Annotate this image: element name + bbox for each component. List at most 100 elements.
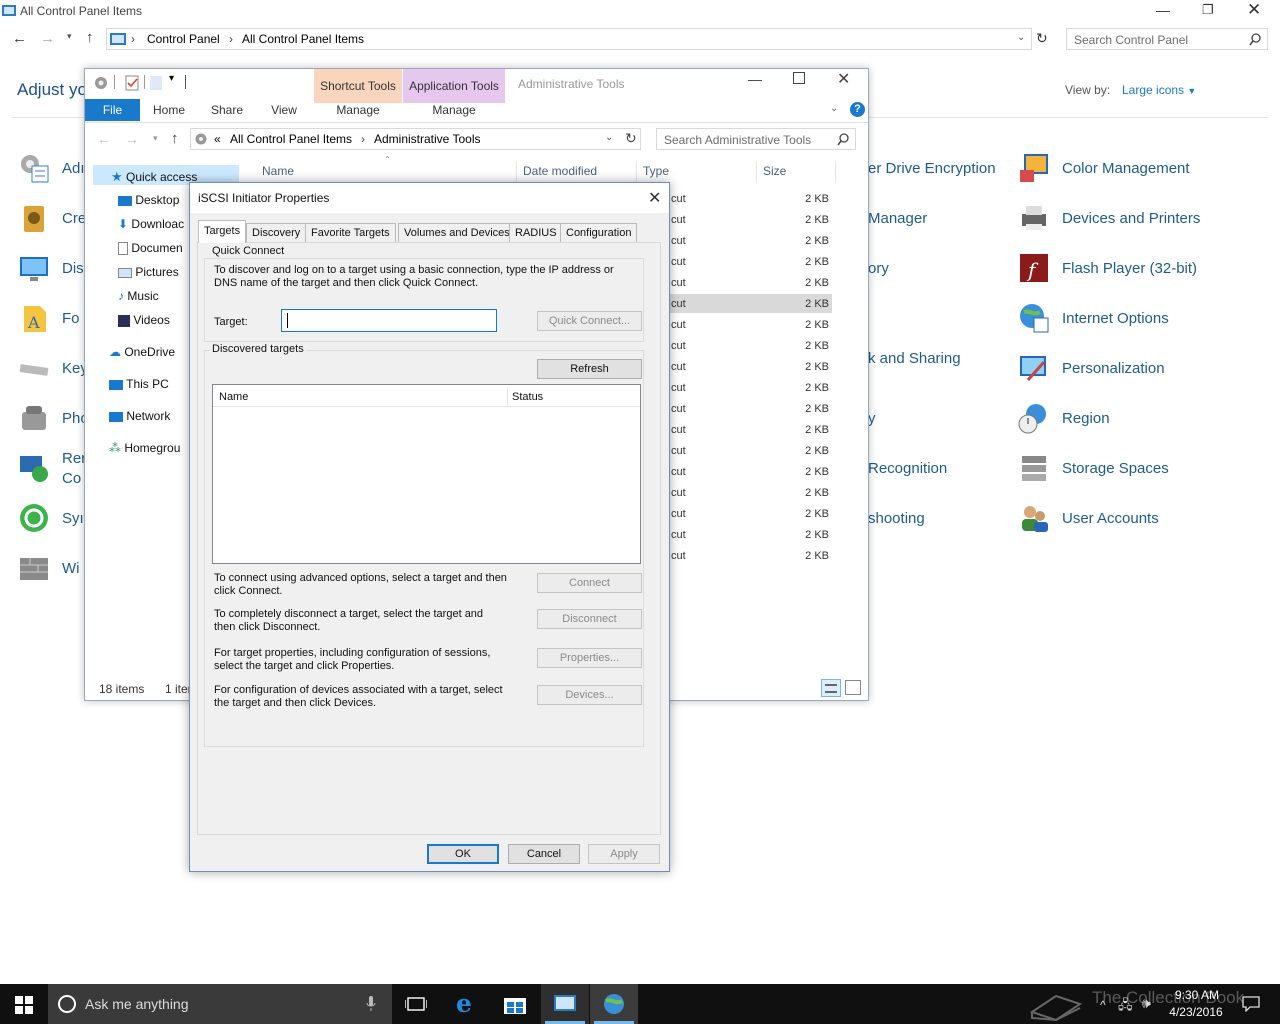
tab-view[interactable]: View	[262, 99, 306, 121]
nav-videos[interactable]: Videos	[118, 313, 170, 327]
nav-desktop[interactable]: Desktop	[118, 193, 179, 207]
list-column-status[interactable]: Status	[512, 391, 543, 404]
back-button[interactable]: ←	[12, 30, 27, 47]
cp-item-speech-recognition[interactable]: Recognition	[868, 460, 947, 477]
cp-item-file-history[interactable]: ory	[868, 260, 889, 277]
target-input[interactable]	[281, 309, 497, 332]
windows-start-icon[interactable]	[15, 996, 33, 1014]
tab-radius[interactable]: RADIUS	[509, 223, 563, 242]
row-type[interactable]: cut	[671, 403, 686, 415]
nav-homegroup[interactable]: ⁂ Homegrou	[109, 441, 180, 455]
nav-downloads[interactable]: ⬇ Downloac	[118, 217, 184, 231]
row-type[interactable]: cut	[671, 487, 686, 499]
tab-manage-shortcut[interactable]: Manage	[314, 99, 402, 121]
forward-button[interactable]: →	[40, 30, 55, 47]
close-button[interactable]: ✕	[648, 188, 661, 208]
edge-browser-icon[interactable]: e	[456, 989, 472, 1018]
row-type[interactable]: cut	[671, 193, 686, 205]
action-center-icon[interactable]	[1242, 996, 1260, 1012]
row-type[interactable]: cut	[671, 529, 686, 541]
back-button[interactable]: ←	[97, 131, 111, 147]
tab-targets[interactable]: Targets	[198, 220, 247, 243]
column-name[interactable]: Name	[262, 164, 294, 178]
cp-item-bitlocker[interactable]: er Drive Encryption	[868, 160, 996, 177]
devices-button[interactable]: Devices...	[537, 685, 642, 705]
row-type[interactable]: cut	[671, 445, 686, 457]
help-icon[interactable]: ?	[850, 102, 865, 117]
column-type[interactable]: Type	[643, 164, 669, 178]
large-icons-view-icon[interactable]	[845, 680, 861, 695]
refresh-icon[interactable]: ↻	[625, 130, 637, 147]
cp-item-network-sharing[interactable]: k and Sharing	[868, 350, 961, 367]
minimize-button[interactable]: —	[1156, 2, 1170, 18]
cp-item-device-manager[interactable]: Manager	[868, 210, 927, 227]
nav-music[interactable]: ♪ Music	[118, 289, 159, 303]
apply-button[interactable]: Apply	[588, 844, 660, 864]
microphone-icon[interactable]	[366, 996, 376, 1012]
task-view-icon[interactable]	[405, 996, 427, 1012]
connect-button[interactable]: Connect	[537, 573, 642, 593]
disconnect-button[interactable]: Disconnect	[537, 609, 642, 629]
up-button[interactable]: ↑	[171, 130, 179, 147]
network-icon[interactable]: 🖧	[1118, 996, 1133, 1018]
properties-icon[interactable]	[125, 75, 139, 91]
ok-button[interactable]: OK	[427, 844, 499, 864]
row-type[interactable]: cut	[671, 256, 686, 268]
cp-item-recovery[interactable]: y	[868, 410, 876, 427]
tab-share[interactable]: Share	[205, 99, 249, 121]
row-type[interactable]: cut	[671, 340, 686, 352]
cp-item-troubleshooting[interactable]: shooting	[868, 510, 925, 527]
forward-button[interactable]: →	[125, 131, 139, 147]
search-input[interactable]: Search Control Panel	[1066, 28, 1268, 50]
breadcrumb-all-items[interactable]: All Control Panel Items	[242, 32, 364, 46]
restore-button[interactable]: ❐	[1202, 2, 1214, 18]
row-type[interactable]: cut	[671, 277, 686, 289]
properties-button[interactable]: Properties...	[537, 648, 642, 668]
nav-documents[interactable]: Documen	[118, 241, 183, 256]
nav-this-pc[interactable]: This PC	[109, 377, 169, 391]
row-type[interactable]: cut	[671, 550, 686, 562]
breadcrumb-admin-tools[interactable]: Administrative Tools	[374, 132, 481, 146]
row-type[interactable]: cut	[671, 214, 686, 226]
row-type[interactable]: cut	[671, 361, 686, 373]
row-type[interactable]: cut	[671, 424, 686, 436]
expand-ribbon-icon[interactable]: ⌄	[830, 103, 838, 114]
recent-dropdown[interactable]: ▾	[67, 31, 72, 42]
breadcrumb-all-items[interactable]: All Control Panel Items	[230, 132, 352, 146]
row-type[interactable]: cut	[671, 382, 686, 394]
store-icon[interactable]	[504, 994, 526, 1014]
cortana-search-box[interactable]: Ask me anything	[48, 984, 392, 1024]
tab-manage-application[interactable]: Manage	[403, 99, 505, 121]
column-date-modified[interactable]: Date modified	[523, 164, 597, 178]
tab-home[interactable]: Home	[147, 99, 191, 121]
chevron-down-icon[interactable]: ⌄	[605, 132, 613, 143]
row-type[interactable]: cut	[671, 508, 686, 520]
view-by-dropdown[interactable]: Large icons ▼	[1122, 83, 1196, 97]
volume-icon[interactable]: 🕪	[1142, 995, 1151, 1012]
taskbar-iscsi-initiator[interactable]	[590, 984, 638, 1024]
tab-configuration[interactable]: Configuration	[560, 223, 638, 242]
maximize-button[interactable]	[793, 72, 805, 84]
taskbar-control-panel[interactable]	[541, 984, 589, 1024]
up-button[interactable]: ↑	[86, 29, 94, 46]
row-type[interactable]: cut	[671, 319, 686, 331]
tab-volumes-devices[interactable]: Volumes and Devices	[398, 223, 516, 242]
nav-pictures[interactable]: Pictures	[118, 265, 179, 279]
close-button[interactable]: ✕	[1247, 0, 1261, 20]
row-type[interactable]: cut	[671, 235, 686, 247]
explorer-address-bar[interactable]: « All Control Panel Items › Administrati…	[190, 128, 641, 150]
recent-dropdown[interactable]: ▾	[153, 133, 158, 144]
details-view-icon[interactable]	[821, 679, 841, 697]
close-button[interactable]: ✕	[837, 69, 850, 89]
list-column-name[interactable]: Name	[219, 391, 248, 404]
row-type[interactable]: cut	[671, 466, 686, 478]
address-bar[interactable]: › Control Panel › All Control Panel Item…	[106, 28, 1032, 50]
new-folder-icon[interactable]	[150, 76, 162, 90]
quick-connect-button[interactable]: Quick Connect...	[537, 311, 642, 331]
chevron-down-icon[interactable]: ⌄	[1017, 32, 1025, 43]
tab-file[interactable]: File	[85, 99, 140, 121]
explorer-search-input[interactable]: Search Administrative Tools	[656, 128, 856, 150]
clock-time[interactable]: 9:30 AM	[1170, 988, 1224, 1002]
refresh-button[interactable]: Refresh	[537, 359, 642, 379]
minimize-button[interactable]: —	[748, 71, 762, 87]
